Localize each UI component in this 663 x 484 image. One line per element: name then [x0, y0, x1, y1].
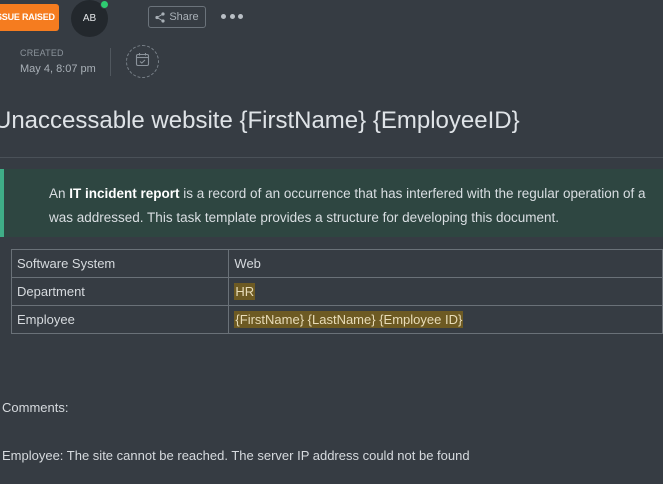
table-cell-key[interactable]: Software System	[10, 249, 230, 278]
created-date: May 4, 8:07 pm	[20, 63, 96, 75]
employee-comment[interactable]: Employee: The site cannot be reached. Th…	[2, 448, 470, 463]
status-badge[interactable]: SSUE RAISED	[0, 4, 59, 31]
table-row: Department HR	[10, 277, 663, 306]
more-icon[interactable]	[221, 6, 243, 26]
variable-highlight: {FirstName} {LastName} {Employee ID}	[234, 311, 464, 328]
table-cell-value[interactable]: {FirstName} {LastName} {Employee ID}	[228, 305, 663, 334]
calendar-icon	[135, 52, 150, 72]
info-table: Software System Web Department HR Employ…	[10, 249, 663, 334]
created-label: CREATED	[20, 48, 64, 58]
presence-indicator	[100, 0, 109, 9]
due-date-button[interactable]	[126, 45, 159, 78]
task-title[interactable]: Unaccessable website {FirstName} {Employ…	[0, 107, 520, 135]
table-row: Software System Web	[10, 249, 663, 278]
share-button[interactable]: Share	[148, 6, 206, 28]
meta-divider	[110, 48, 111, 76]
variable-highlight: HR	[234, 283, 256, 300]
table-cell-value[interactable]: Web	[228, 249, 663, 278]
table-cell-key[interactable]: Department	[10, 277, 230, 306]
table-row: Employee {FirstName} {LastName} {Employe…	[10, 305, 663, 334]
callout-text: An IT incident report is a record of an …	[49, 186, 646, 225]
callout-bold-term: IT incident report	[69, 186, 180, 201]
share-icon	[155, 11, 165, 23]
table-cell-value[interactable]: HR	[228, 277, 663, 306]
table-cell-key[interactable]: Employee	[10, 305, 230, 334]
callout-box: An IT incident report is a record of an …	[0, 169, 663, 237]
comments-label[interactable]: Comments:	[2, 400, 68, 415]
title-divider	[0, 157, 663, 158]
share-label: Share	[169, 11, 199, 23]
